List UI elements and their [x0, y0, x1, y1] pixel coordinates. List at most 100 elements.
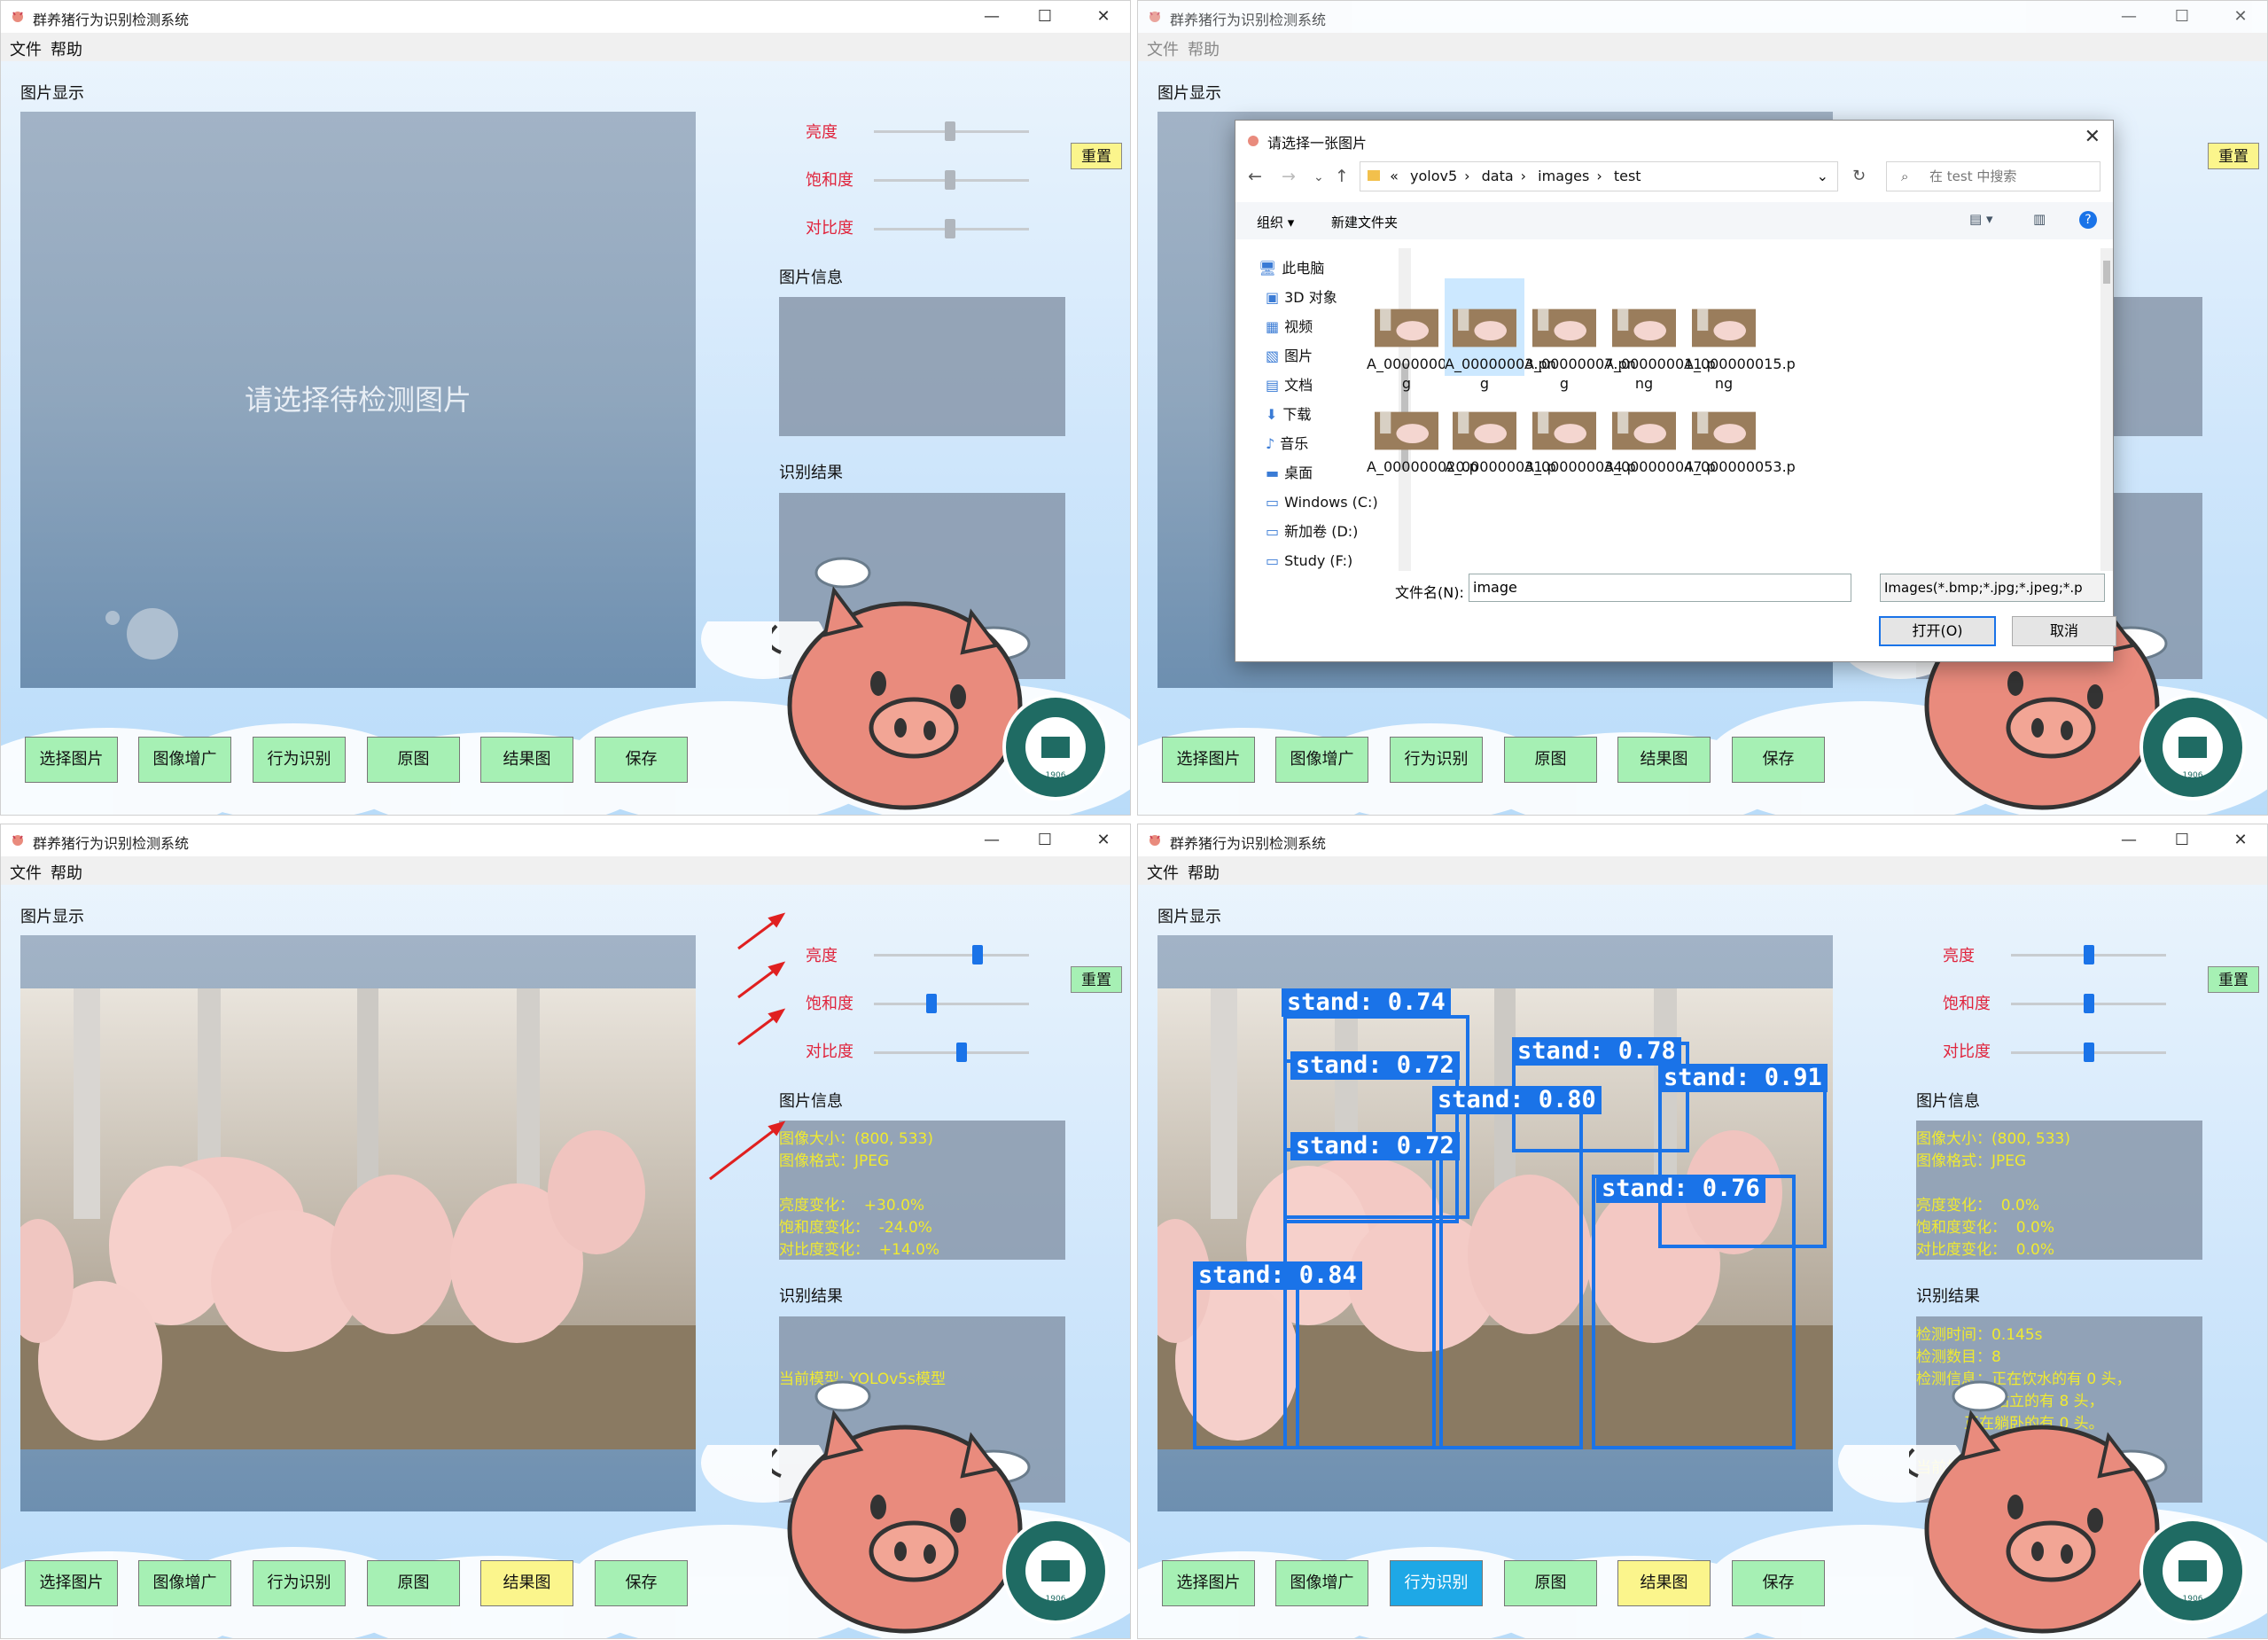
saturation-slider[interactable] — [2011, 994, 2166, 1013]
filename-input[interactable]: image — [1469, 574, 1851, 602]
select-image-button[interactable]: 选择图片 — [1162, 1560, 1255, 1606]
refresh-icon[interactable]: ↻ — [1852, 167, 1866, 185]
slider-handle[interactable] — [945, 121, 955, 141]
open-button[interactable]: 打开(O) — [1879, 616, 1996, 646]
contrast-slider[interactable] — [874, 219, 1029, 238]
contrast-slider[interactable] — [2011, 1043, 2166, 1062]
forward-arrow-icon[interactable]: → — [1282, 167, 1296, 186]
dialog-close-icon[interactable]: ✕ — [2085, 126, 2100, 148]
close-button[interactable]: ✕ — [2216, 826, 2265, 855]
menu-help[interactable]: 帮助 — [51, 861, 82, 884]
menu-help[interactable]: 帮助 — [1188, 37, 1220, 60]
save-button[interactable]: 保存 — [595, 737, 688, 783]
slider-handle[interactable] — [2083, 1043, 2094, 1062]
augment-button[interactable]: 图像增广 — [1275, 737, 1368, 783]
file-thumbnail[interactable]: A_00000003.pn g — [1445, 278, 1556, 392]
slider-handle[interactable] — [2083, 994, 2094, 1013]
result-image-button[interactable]: 结果图 — [1617, 1560, 1711, 1606]
menu-file[interactable]: 文件 — [1147, 37, 1179, 60]
reset-button[interactable]: 重置 — [1071, 966, 1122, 993]
augment-button[interactable]: 图像增广 — [138, 737, 231, 783]
file-thumbnail[interactable]: A_000000020.p — [1367, 381, 1478, 477]
recent-dropdown-icon[interactable]: ⌄ — [1313, 170, 1324, 184]
reset-button[interactable]: 重置 — [2208, 966, 2259, 993]
file-scrollbar[interactable] — [2100, 248, 2113, 571]
reset-button[interactable]: 重置 — [2208, 143, 2259, 169]
reset-button[interactable]: 重置 — [1071, 143, 1122, 169]
menu-file[interactable]: 文件 — [1147, 861, 1179, 884]
tree-item[interactable]: ▭ 新加卷 (D:) — [1266, 517, 1407, 546]
original-button[interactable]: 原图 — [367, 737, 460, 783]
file-thumbnail[interactable]: A_000000053.p — [1684, 381, 1796, 477]
maximize-button[interactable]: ☐ — [1020, 3, 1070, 31]
minimize-button[interactable]: — — [2104, 3, 2154, 31]
slider-handle[interactable] — [971, 945, 983, 964]
close-button[interactable]: ✕ — [1079, 826, 1128, 855]
file-thumbnail[interactable]: A_000000031.p — [1445, 381, 1556, 477]
file-thumbnail[interactable]: A_000000015.p ng — [1684, 278, 1796, 394]
augment-button[interactable]: 图像增广 — [1275, 1560, 1368, 1606]
chevron-down-icon[interactable]: ⌄ — [1817, 162, 1828, 191]
original-button[interactable]: 原图 — [1504, 1560, 1597, 1606]
brightness-slider[interactable] — [2011, 945, 2166, 964]
maximize-button[interactable]: ☐ — [2157, 826, 2207, 855]
maximize-button[interactable]: ☐ — [2157, 3, 2207, 31]
slider-handle[interactable] — [945, 219, 955, 238]
minimize-button[interactable]: — — [967, 3, 1017, 31]
organize-menu[interactable]: 组织 ▾ — [1257, 213, 1294, 231]
file-thumbnail[interactable]: A_000000011.p ng — [1604, 278, 1716, 394]
tree-item[interactable]: ▭ Windows (C:) — [1266, 488, 1407, 517]
save-button[interactable]: 保存 — [1732, 737, 1825, 783]
up-arrow-icon[interactable]: ↑ — [1335, 167, 1349, 186]
slider-handle[interactable] — [925, 994, 937, 1013]
contrast-slider[interactable] — [874, 1043, 1029, 1062]
select-image-button[interactable]: 选择图片 — [25, 737, 118, 783]
detect-button[interactable]: 行为识别 — [1390, 1560, 1483, 1606]
result-image-button[interactable]: 结果图 — [1617, 737, 1711, 783]
menu-file[interactable]: 文件 — [10, 861, 42, 884]
menu-help[interactable]: 帮助 — [51, 37, 82, 60]
brightness-slider[interactable] — [874, 121, 1029, 141]
save-button[interactable]: 保存 — [1732, 1560, 1825, 1606]
result-image-button[interactable]: 结果图 — [480, 737, 573, 783]
saturation-slider[interactable] — [874, 170, 1029, 190]
crumb-data[interactable]: data — [1482, 168, 1514, 184]
file-thumbnail[interactable]: A_000000047.p — [1604, 381, 1716, 477]
preview-pane-icon[interactable]: ▥ — [2033, 211, 2046, 227]
cancel-button[interactable]: 取消 — [2012, 616, 2116, 646]
file-thumbnail[interactable]: A_000000034.p — [1524, 381, 1636, 477]
slider-handle[interactable] — [955, 1043, 967, 1062]
saturation-slider[interactable] — [874, 994, 1029, 1013]
original-button[interactable]: 原图 — [367, 1560, 460, 1606]
select-image-button[interactable]: 选择图片 — [25, 1560, 118, 1606]
augment-button[interactable]: 图像增广 — [138, 1560, 231, 1606]
file-thumbnail[interactable]: A_00000007.pn g — [1524, 278, 1636, 394]
address-bar[interactable]: « yolov5 › data › images › test ⌄ — [1360, 161, 1838, 191]
file-thumbnail[interactable]: A_00000001.pn g — [1367, 278, 1478, 394]
menu-file[interactable]: 文件 — [10, 37, 42, 60]
filetype-select[interactable]: Images(*.bmp;*.jpg;*.jpeg;*.p — [1880, 574, 2105, 602]
detect-button[interactable]: 行为识别 — [1390, 737, 1483, 783]
brightness-slider[interactable] — [874, 945, 1029, 964]
slider-handle[interactable] — [2083, 945, 2094, 964]
search-input[interactable]: ⌕ 在 test 中搜索 — [1886, 161, 2100, 191]
original-button[interactable]: 原图 — [1504, 737, 1597, 783]
result-image-button[interactable]: 结果图 — [480, 1560, 573, 1606]
minimize-button[interactable]: — — [2104, 826, 2154, 855]
close-button[interactable]: ✕ — [2216, 3, 2265, 31]
crumb-images[interactable]: images — [1538, 168, 1589, 184]
new-folder-button[interactable]: 新建文件夹 — [1331, 213, 1398, 231]
view-options-icon[interactable]: ▤ ▾ — [1969, 211, 1992, 227]
save-button[interactable]: 保存 — [595, 1560, 688, 1606]
detect-button[interactable]: 行为识别 — [253, 737, 346, 783]
help-icon[interactable]: ? — [2079, 211, 2097, 229]
back-arrow-icon[interactable]: ← — [1248, 167, 1262, 186]
detect-button[interactable]: 行为识别 — [253, 1560, 346, 1606]
slider-handle[interactable] — [945, 170, 955, 190]
crumb-test[interactable]: test — [1614, 168, 1641, 184]
menu-help[interactable]: 帮助 — [1188, 861, 1220, 884]
minimize-button[interactable]: — — [967, 826, 1017, 855]
tree-item[interactable]: ▭ Study (F:) — [1266, 546, 1407, 575]
crumb-yolov5[interactable]: yolov5 — [1410, 168, 1457, 184]
close-button[interactable]: ✕ — [1079, 3, 1128, 31]
